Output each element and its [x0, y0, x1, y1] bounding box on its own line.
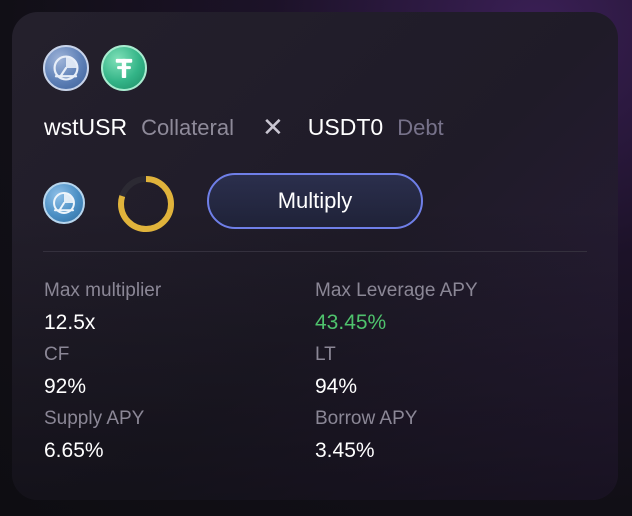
loading-ring-icon: [118, 176, 174, 232]
stat-label: Max Leverage APY: [315, 280, 478, 301]
collateral-symbol: wstUSR: [44, 114, 128, 140]
stat-label: Borrow APY: [315, 408, 418, 429]
stat-value: 6.65%: [44, 439, 104, 462]
stat-borrow-apy: Borrow APY 3.45%: [315, 408, 417, 463]
debt-role-label: Debt: [397, 115, 444, 140]
stat-supply-apy: Supply APY 6.65%: [44, 408, 144, 463]
stat-label: Supply APY: [44, 408, 145, 429]
stat-cf: CF 92%: [44, 344, 86, 399]
stat-max-leverage-apy: Max Leverage APY 43.45%: [315, 280, 478, 335]
stat-label: Max multiplier: [44, 280, 162, 301]
stat-value: 94%: [315, 375, 358, 398]
usdt0-token-icon: [101, 45, 147, 91]
debt-symbol: USDT0: [307, 114, 384, 140]
action-row: Multiply: [43, 173, 603, 237]
market-card: wstUSR Collateral ✕ USDT0 Debt Multiply: [12, 12, 618, 500]
pair-separator-icon: ✕: [262, 112, 284, 142]
market-pair-title: wstUSR Collateral ✕ USDT0 Debt: [44, 113, 444, 141]
collateral-role-label: Collateral: [141, 115, 234, 140]
stat-value: 92%: [44, 375, 87, 398]
wstusr-token-icon: [43, 45, 89, 91]
divider: [43, 251, 587, 252]
stat-value: 3.45%: [315, 439, 375, 462]
multiply-button[interactable]: Multiply: [207, 173, 423, 229]
wstusr-token-icon[interactable]: [43, 182, 85, 224]
stat-label: CF: [44, 344, 70, 365]
stat-label: LT: [315, 344, 336, 365]
stat-lt: LT 94%: [315, 344, 357, 399]
stat-max-multiplier: Max multiplier 12.5x: [44, 280, 161, 335]
stat-value: 43.45%: [315, 311, 387, 334]
stat-value: 12.5x: [44, 311, 96, 334]
